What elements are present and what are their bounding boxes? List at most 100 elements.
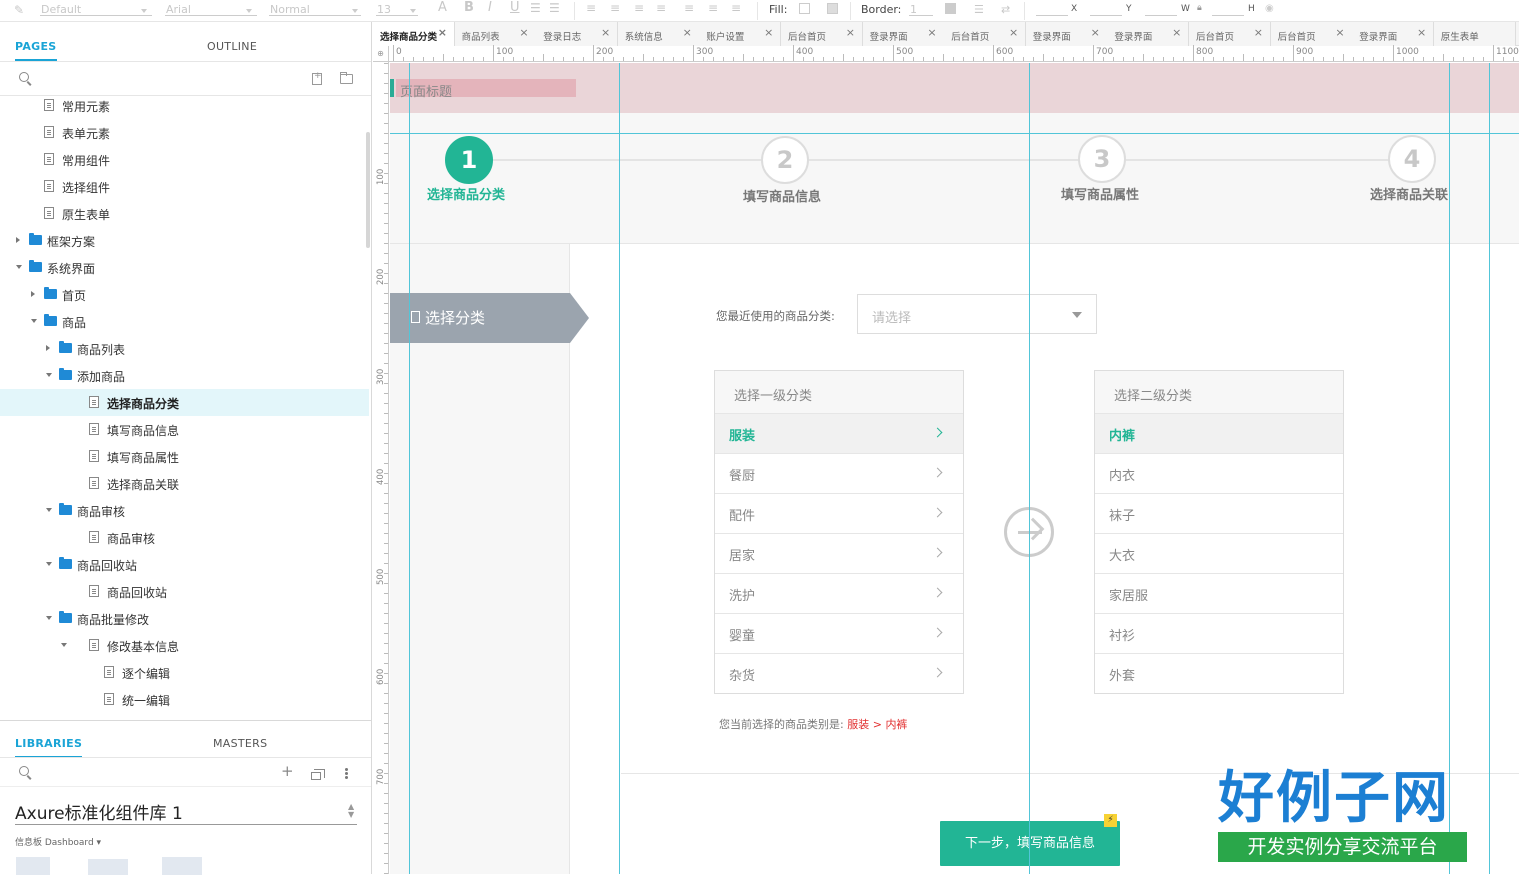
- expand-arrow-icon[interactable]: [46, 616, 52, 620]
- expand-arrow-icon[interactable]: [31, 319, 37, 323]
- add-library-icon[interactable]: +: [281, 764, 294, 779]
- step-circle-1[interactable]: 1: [445, 136, 493, 184]
- tree-scrollbar[interactable]: [366, 132, 370, 248]
- page-tab[interactable]: 登录界面 ×: [1025, 22, 1108, 46]
- page-title-band[interactable]: 页面标题: [390, 63, 1519, 113]
- tree-folder[interactable]: 添加商品: [0, 362, 369, 389]
- tree-folder[interactable]: 系统界面: [0, 254, 369, 281]
- tree-page[interactable]: 选择组件: [0, 173, 369, 200]
- tree-folder[interactable]: 商品列表: [0, 335, 369, 362]
- h-input[interactable]: [1212, 15, 1244, 16]
- duplicate-icon[interactable]: [311, 769, 325, 780]
- tree-page[interactable]: 选择商品分类: [0, 389, 369, 416]
- tree-page[interactable]: 填写商品信息: [0, 416, 369, 443]
- tab-pages[interactable]: PAGES: [15, 40, 57, 61]
- close-tab-icon[interactable]: ×: [1417, 26, 1426, 39]
- align-top-icon[interactable]: ≡: [684, 1, 694, 15]
- y-input[interactable]: [1090, 15, 1122, 16]
- level2-category-item[interactable]: 家居服: [1095, 574, 1343, 614]
- expand-arrow-icon[interactable]: [46, 508, 52, 512]
- tree-page[interactable]: 修改基本信息: [0, 632, 369, 659]
- numbered-list-icon[interactable]: ☰: [549, 1, 560, 15]
- tree-page[interactable]: 填写商品属性: [0, 443, 369, 470]
- page-tab[interactable]: 登录界面 ×: [862, 22, 945, 46]
- tree-page[interactable]: 商品审核: [0, 524, 369, 551]
- fill-gradient-swatch[interactable]: [827, 3, 838, 14]
- page-tab[interactable]: 登录界面 ×: [1352, 22, 1435, 46]
- tree-folder[interactable]: 框架方案: [0, 227, 369, 254]
- tab-outline[interactable]: OUTLINE: [207, 40, 257, 53]
- page-tab[interactable]: 账户设置 ×: [699, 22, 782, 46]
- level1-category-item[interactable]: 杂货: [715, 654, 963, 694]
- page-tab[interactable]: 后台首页 ×: [1189, 22, 1271, 46]
- search-icon[interactable]: [19, 766, 32, 779]
- page-tab[interactable]: 选择商品分类 ×: [373, 22, 455, 47]
- page-tab[interactable]: 登录日志 ×: [536, 22, 619, 46]
- guide-line[interactable]: [1489, 63, 1490, 874]
- guide-line[interactable]: [390, 133, 1519, 134]
- library-widget-thumb[interactable]: [88, 859, 128, 875]
- tree-folder[interactable]: 商品批量修改: [0, 605, 369, 632]
- visibility-eye-icon[interactable]: ◉: [1265, 3, 1274, 14]
- page-tab[interactable]: 商品列表 ×: [454, 22, 537, 46]
- close-tab-icon[interactable]: ×: [1091, 26, 1100, 39]
- expand-arrow-icon[interactable]: [16, 265, 22, 269]
- step-circle-2[interactable]: 2: [761, 136, 809, 184]
- arrow-style-icon[interactable]: ⇄: [1001, 3, 1010, 16]
- style-icon[interactable]: ✎: [14, 3, 24, 17]
- search-icon[interactable]: [19, 72, 32, 85]
- close-tab-icon[interactable]: ×: [683, 26, 692, 39]
- tree-page[interactable]: 表单元素: [0, 119, 369, 146]
- x-input[interactable]: [1036, 15, 1068, 16]
- page-tab[interactable]: 原生表单: [1433, 22, 1516, 46]
- tree-page[interactable]: 统一编辑: [0, 686, 369, 713]
- align-middle-icon[interactable]: ≡: [708, 1, 718, 15]
- border-color-swatch[interactable]: [945, 3, 956, 14]
- tree-page[interactable]: 原生表单: [0, 200, 369, 227]
- collapse-arrow-icon[interactable]: [46, 345, 50, 351]
- step-label-2[interactable]: 填写商品信息: [743, 186, 821, 205]
- collapse-arrow-icon[interactable]: [31, 291, 35, 297]
- level2-category-item[interactable]: 袜子: [1095, 494, 1343, 534]
- level1-category-item[interactable]: 洗护: [715, 574, 963, 614]
- step-circle-3[interactable]: 3: [1078, 135, 1126, 183]
- bold-icon[interactable]: B: [464, 0, 474, 15]
- collapse-arrow-icon[interactable]: [16, 237, 20, 243]
- close-tab-icon[interactable]: ×: [1172, 26, 1181, 39]
- close-tab-icon[interactable]: ×: [519, 26, 528, 39]
- level2-category-item[interactable]: 大衣: [1095, 534, 1343, 574]
- underline-icon[interactable]: U: [510, 0, 520, 15]
- justify-icon[interactable]: ≡: [656, 1, 666, 15]
- library-select[interactable]: Axure标准化组件库 1: [15, 799, 357, 825]
- align-right-icon[interactable]: ≡: [634, 1, 644, 15]
- add-folder-icon[interactable]: [340, 72, 353, 84]
- page-tab[interactable]: 后台首页 ×: [944, 22, 1027, 46]
- fill-color-swatch[interactable]: [799, 3, 810, 14]
- guide-line[interactable]: [1029, 63, 1030, 874]
- tree-page[interactable]: 商品回收站: [0, 578, 369, 605]
- library-sort-icon[interactable]: ▲ ▼: [348, 803, 354, 819]
- level1-category-item[interactable]: 服装: [715, 414, 963, 454]
- page-tab[interactable]: 后台首页 ×: [1270, 22, 1353, 46]
- recent-category-select[interactable]: 请选择: [857, 294, 1097, 334]
- library-widget-thumb[interactable]: [162, 857, 202, 875]
- step-label-4[interactable]: 选择商品关联: [1370, 184, 1448, 203]
- align-center-icon[interactable]: ≡: [610, 1, 620, 15]
- level1-category-item[interactable]: 餐厨: [715, 454, 963, 494]
- level1-category-item[interactable]: 居家: [715, 534, 963, 574]
- italic-icon[interactable]: I: [488, 0, 492, 15]
- level1-category-item[interactable]: 婴童: [715, 614, 963, 654]
- tree-page[interactable]: 逐个编辑: [0, 659, 369, 686]
- close-tab-icon[interactable]: ×: [927, 26, 936, 39]
- step-label-1[interactable]: 选择商品分类: [427, 184, 505, 203]
- close-tab-icon[interactable]: ×: [1335, 26, 1344, 39]
- bullet-list-icon[interactable]: ☰: [530, 1, 541, 15]
- more-options-icon[interactable]: [345, 772, 348, 775]
- library-widget-thumb[interactable]: [16, 857, 50, 875]
- step-circle-4[interactable]: 4: [1388, 135, 1436, 183]
- tab-libraries[interactable]: LIBRARIES: [15, 737, 83, 758]
- expand-arrow-icon[interactable]: [46, 562, 52, 566]
- align-left-icon[interactable]: ≡: [586, 1, 596, 15]
- tree-folder[interactable]: 商品: [0, 308, 369, 335]
- close-tab-icon[interactable]: ×: [1254, 26, 1263, 39]
